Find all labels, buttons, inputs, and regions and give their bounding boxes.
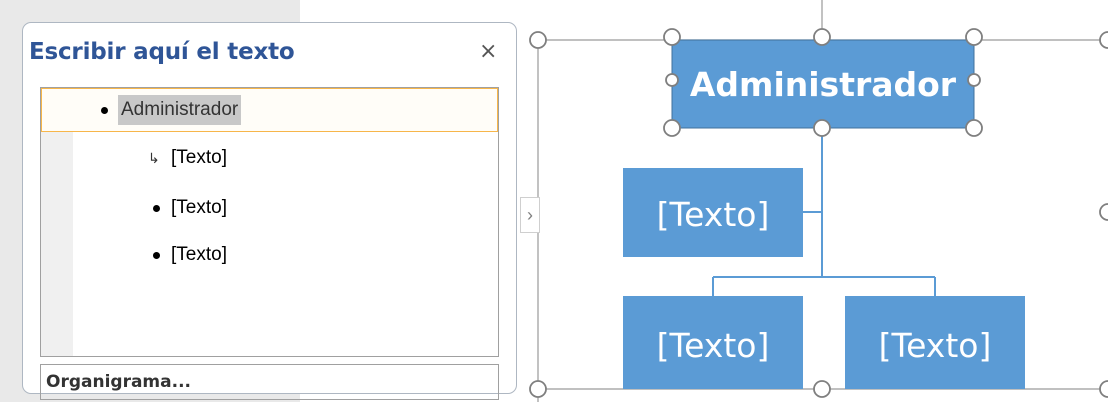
node-label: [Texto] [879,326,992,365]
node-administrador[interactable]: Administrador [671,39,975,129]
node-label: [Texto] [657,195,770,234]
node-child-right[interactable]: [Texto] [845,296,1025,389]
node-child-left[interactable]: [Texto] [623,296,803,389]
list-item[interactable]: ↳ [Texto] [41,135,498,181]
bullet-icon [153,205,160,212]
sub-level-arrow-icon: ↳ [148,150,160,166]
list-item-label: [Texto] [171,197,227,218]
text-pane-toggle-button[interactable]: › [520,197,540,233]
list-item[interactable]: [Texto] [41,232,498,278]
node-label: Administrador [690,65,957,104]
list-item[interactable]: [Texto] [41,185,498,231]
pane-title: Escribir aquí el texto [29,39,295,65]
text-pane: Escribir aquí el texto × Administrador ↳… [22,22,517,400]
node-assistant[interactable]: [Texto] [623,168,803,257]
bullet-icon [101,107,108,114]
list-item-label: [Texto] [171,147,227,168]
bullet-icon [153,252,160,259]
list-item-administrador[interactable]: Administrador [41,88,498,132]
list-item-label: [Texto] [171,244,227,265]
layout-name-link[interactable]: Organigrama... [40,364,499,400]
node-label: [Texto] [657,326,770,365]
list-item-label: Administrador [118,95,242,125]
text-pane-list[interactable]: Administrador ↳ [Texto] [Texto] [Texto] [40,87,499,357]
close-icon[interactable]: × [479,39,497,64]
